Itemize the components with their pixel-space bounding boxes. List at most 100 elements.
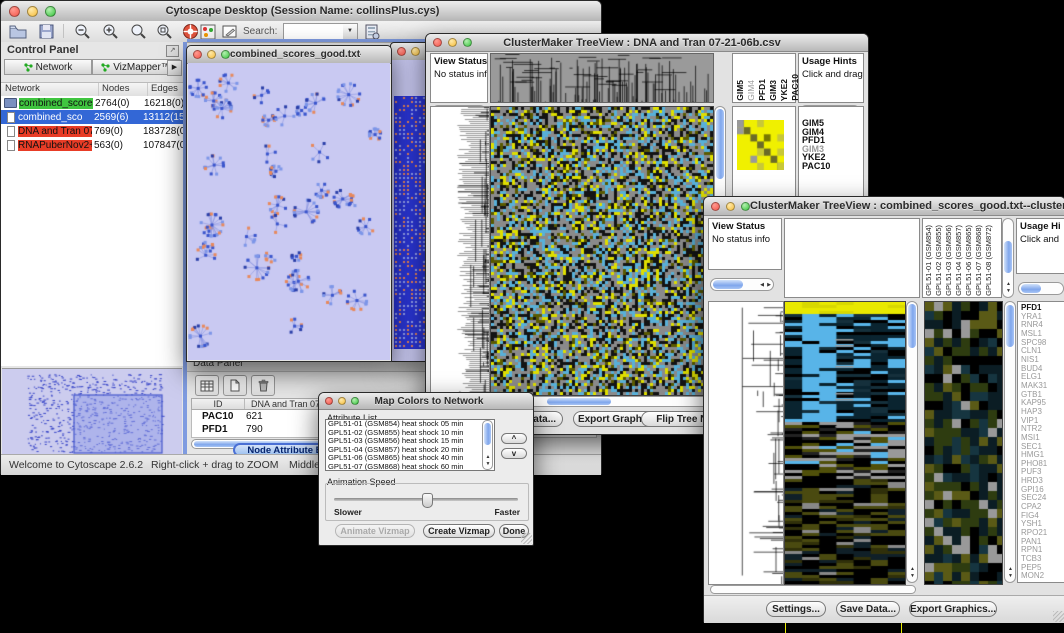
create-vizmap-button[interactable]: Create Vizmap [423, 524, 495, 538]
gene-label[interactable]: HRD3 [1021, 477, 1064, 486]
scrollbar-thumb[interactable] [713, 280, 743, 289]
network-view-titlebar[interactable]: combined_scores_good.txt--cluste... [187, 46, 391, 64]
scroll-up-icon[interactable]: ▲ [486, 455, 491, 460]
scroll-right-icon[interactable]: ▶ [767, 283, 771, 288]
zoom-selected-button[interactable] [153, 23, 175, 40]
gene-label[interactable]: PFD1 [802, 136, 863, 145]
scrollbar-thumb[interactable] [908, 304, 916, 348]
close-button[interactable] [397, 47, 406, 56]
gene-label[interactable]: GIM5 [802, 119, 863, 128]
col-header-nodes[interactable]: Nodes [99, 83, 148, 96]
network-overview-thumbnail[interactable] [2, 368, 182, 455]
move-attribute-down-button[interactable]: v [501, 448, 527, 459]
zoom-window-button[interactable] [463, 38, 472, 47]
scroll-down-icon[interactable]: ▼ [1008, 574, 1013, 579]
zoom-fit-button[interactable] [127, 23, 149, 40]
minimize-button[interactable] [726, 202, 735, 211]
gene-label[interactable]: PAN1 [1021, 538, 1064, 547]
tv2-bottom-hscrollbar[interactable] [710, 585, 916, 594]
gene-label[interactable]: YSH1 [1021, 520, 1064, 529]
gene-label[interactable]: HAP3 [1021, 408, 1064, 417]
scrollbar-thumb[interactable] [716, 109, 724, 179]
gene-label[interactable]: SEC24 [1021, 494, 1064, 503]
scrollbar-thumb[interactable] [547, 398, 611, 405]
zoom-window-button[interactable] [351, 397, 359, 405]
tv2-status-scrollbar[interactable]: ◀ ▶ [710, 278, 774, 291]
float-panel-icon[interactable]: ↗ [166, 45, 179, 57]
gene-label[interactable]: TCB3 [1021, 555, 1064, 564]
column-label[interactable]: YKE2 [779, 79, 789, 101]
speed-slider-thumb[interactable] [422, 493, 433, 508]
tv2-save-data-button[interactable]: Save Data... [836, 601, 900, 617]
vizmapper-tool-button[interactable] [197, 23, 219, 40]
gene-label[interactable]: GPI16 [1021, 486, 1064, 495]
tv2-heatmap-vscrollbar[interactable]: ▲ ▼ [906, 301, 918, 583]
network-graph-canvas[interactable] [188, 63, 390, 360]
resize-grip[interactable] [521, 533, 532, 544]
gene-label[interactable]: VIP1 [1021, 417, 1064, 426]
gene-label[interactable]: NIS1 [1021, 356, 1064, 365]
gene-label[interactable]: BUD4 [1021, 365, 1064, 374]
gene-label[interactable]: RNR4 [1021, 321, 1064, 330]
column-label[interactable]: GIM3 [768, 80, 778, 101]
gene-label[interactable]: GIM4 [802, 128, 863, 137]
close-button[interactable] [325, 397, 333, 405]
minimize-button[interactable] [411, 47, 420, 56]
scroll-down-icon[interactable]: ▼ [1006, 289, 1011, 294]
column-label[interactable]: GIM4 [746, 80, 756, 101]
control-panel-tab[interactable]: Network [4, 59, 92, 75]
gene-label[interactable]: PAC10 [802, 162, 863, 171]
zoom-window-button[interactable] [741, 202, 750, 211]
scroll-left-icon[interactable]: ◀ [760, 283, 764, 288]
column-label[interactable]: GPL51-06 (GSM865) [964, 225, 974, 296]
column-label[interactable]: PFD1 [757, 79, 767, 101]
gene-label[interactable]: GTB1 [1021, 391, 1064, 400]
attribute-list-scrollbar[interactable]: ▲ ▼ [482, 420, 493, 470]
treeview2-titlebar[interactable]: ClusterMaker TreeView : combined_scores_… [704, 197, 1064, 216]
tv2-zoom-heatmap[interactable] [924, 301, 1003, 585]
tv2-settings-button[interactable]: Settings... [766, 601, 826, 617]
gene-label[interactable]: CLN1 [1021, 347, 1064, 356]
tv2-genelist-scrollbar[interactable]: ▲ ▼ [1004, 301, 1016, 583]
scrollbar-thumb[interactable] [1004, 241, 1012, 273]
tv1-correlation-matrix[interactable] [737, 120, 784, 170]
network-table-header[interactable]: Network Nodes Edges [1, 82, 183, 97]
zoom-window-button[interactable] [221, 50, 230, 59]
column-label[interactable]: GIM5 [735, 80, 745, 101]
minimize-button[interactable] [207, 50, 216, 59]
delete-attribute-button[interactable] [251, 375, 275, 396]
column-label[interactable]: GPL51-01 (GSM854) [924, 225, 934, 296]
scroll-up-icon[interactable]: ▲ [910, 567, 915, 572]
more-tabs-arrow[interactable]: ▶ [167, 60, 182, 76]
zoom-window-button[interactable] [45, 6, 56, 17]
main-titlebar[interactable]: Cytoscape Desktop (Session Name: collins… [1, 1, 601, 22]
gene-label[interactable]: PHO81 [1021, 460, 1064, 469]
close-button[interactable] [193, 50, 202, 59]
tv2-column-dendrogram-area[interactable] [784, 218, 920, 298]
search-input[interactable] [283, 23, 345, 40]
tv1-row-dendrogram[interactable] [430, 106, 490, 396]
gene-label[interactable]: FIG4 [1021, 512, 1064, 521]
gene-label[interactable]: ELG1 [1021, 373, 1064, 382]
tv2-heatmap[interactable] [784, 301, 906, 585]
gene-label[interactable]: MAK31 [1021, 382, 1064, 391]
network-row[interactable]: RNAPuberNov2+ 563(0) 107847(0) [1, 138, 183, 152]
minimize-button[interactable] [448, 38, 457, 47]
annotation-tool-button[interactable] [219, 23, 241, 40]
column-label[interactable]: GPL51-08 (GSM872) [984, 225, 994, 296]
tv2-export-graphics-button[interactable]: Export Graphics... [909, 601, 997, 617]
close-button[interactable] [9, 6, 20, 17]
search-dropdown-arrow[interactable]: ▼ [343, 23, 358, 40]
close-button[interactable] [711, 202, 720, 211]
column-label[interactable]: GPL51-03 (GSM856) [944, 225, 954, 296]
scrollbar-thumb[interactable] [1021, 284, 1041, 293]
gene-label[interactable]: PUF3 [1021, 468, 1064, 477]
tv2-collabel-scrollbar[interactable]: ▲ ▼ [1002, 218, 1014, 298]
scrollbar-thumb[interactable] [484, 423, 491, 445]
network-row[interactable]: combined_sco 2569(6) 13112(15) [1, 110, 183, 124]
column-label[interactable]: GPL51-04 (GSM857) [954, 225, 964, 296]
scroll-up-icon[interactable]: ▲ [1006, 282, 1011, 287]
tv1-heatmap[interactable] [490, 106, 714, 396]
resize-grip[interactable] [1053, 611, 1064, 622]
scrollbar-thumb[interactable] [1006, 305, 1014, 347]
